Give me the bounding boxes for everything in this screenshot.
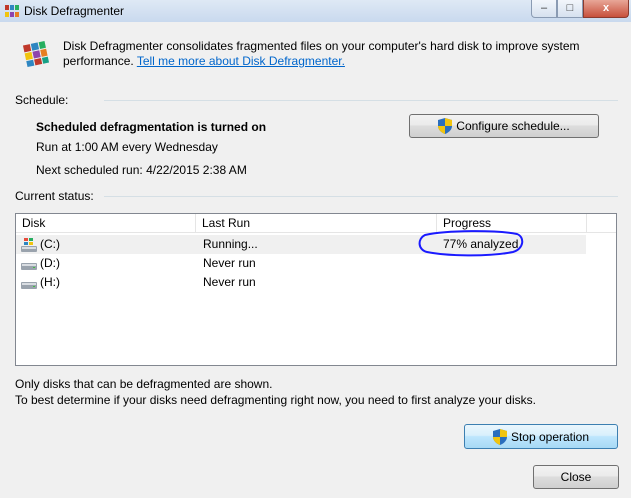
column-header-last-run[interactable]: Last Run — [196, 214, 437, 233]
next-scheduled-run: Next scheduled run: 4/22/2015 2:38 AM — [36, 163, 247, 177]
description: Disk Defragmenter consolidates fragmente… — [63, 39, 608, 69]
footer-note-analyze: To best determine if your disks need def… — [15, 393, 536, 407]
uac-shield-icon — [438, 118, 453, 134]
maximize-button[interactable]: □ — [557, 0, 583, 18]
annotation-circle — [418, 230, 524, 257]
defrag-app-icon — [5, 5, 19, 17]
disk-name: (H:) — [40, 275, 60, 289]
drive-icon — [21, 282, 37, 289]
last-run: Never run — [203, 256, 256, 270]
disk-row-c[interactable]: (C:) Running... 77% analyzed — [16, 230, 586, 257]
title-bar: Disk Defragmenter – □ x — [0, 0, 631, 22]
stop-operation-label: Stop operation — [510, 429, 590, 444]
configure-schedule-button[interactable]: Configure schedule... — [409, 114, 599, 138]
minimize-button[interactable]: – — [531, 0, 557, 18]
close-window-button[interactable]: x — [583, 0, 629, 18]
footer-note-shown-disks: Only disks that can be defragmented are … — [15, 377, 273, 391]
disk-row-d[interactable]: (D:) Never run — [16, 254, 586, 273]
status-separator — [104, 196, 618, 197]
schedule-separator — [104, 100, 618, 101]
dialog-content: Disk Defragmenter consolidates fragmente… — [0, 22, 631, 498]
close-button-label: Close — [560, 470, 592, 484]
uac-shield-icon — [492, 428, 507, 445]
window-title: Disk Defragmenter — [24, 4, 125, 18]
disk-row-h[interactable]: (H:) Never run — [16, 273, 586, 292]
last-run: Never run — [203, 275, 256, 289]
stop-operation-button[interactable]: Stop operation — [464, 424, 618, 449]
schedule-section-label: Schedule: — [15, 93, 69, 107]
configure-schedule-label: Configure schedule... — [456, 119, 570, 133]
current-status-label: Current status: — [15, 189, 94, 203]
learn-more-link[interactable]: Tell me more about Disk Defragmenter. — [137, 54, 345, 68]
defrag-icon — [22, 40, 50, 68]
schedule-run-at: Run at 1:00 AM every Wednesday — [36, 140, 218, 154]
column-header-disk[interactable]: Disk — [16, 214, 196, 233]
column-header-empty — [587, 214, 616, 233]
disk-name: (C:) — [40, 237, 60, 251]
schedule-status: Scheduled defragmentation is turned on — [36, 120, 267, 134]
drive-icon — [21, 263, 37, 270]
disk-name: (D:) — [40, 256, 60, 270]
disk-list[interactable]: Disk Last Run Progress (C:) Running... 7… — [15, 213, 617, 366]
close-button[interactable]: Close — [533, 465, 619, 489]
last-run: Running... — [203, 237, 258, 251]
system-drive-icon — [21, 238, 37, 252]
